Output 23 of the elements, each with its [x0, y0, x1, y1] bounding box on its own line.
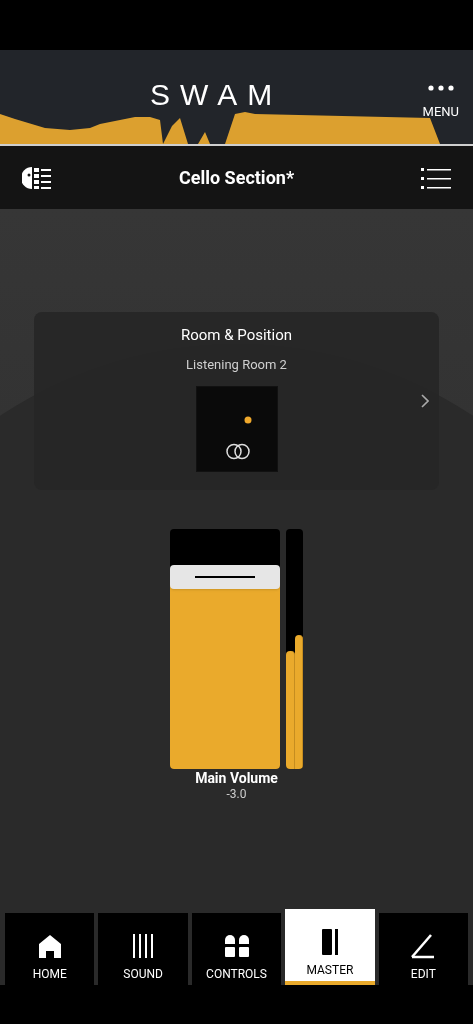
instrument-icon[interactable]: [22, 165, 52, 190]
position-pad[interactable]: [195, 386, 278, 472]
room-name: Listening Room 2: [186, 355, 287, 374]
room-card[interactable]: Room & Position Listening Room 2: [34, 312, 439, 490]
nav-tab[interactable]: MASTER: [285, 909, 375, 985]
nav-tab[interactable]: CONTROLS: [191, 913, 282, 985]
grid-icon: [222, 932, 251, 960]
volume-fader[interactable]: [170, 529, 280, 769]
nav-tab[interactable]: SOUND: [98, 913, 188, 985]
preset-title: Cello Section*: [178, 166, 295, 190]
fader-thumb[interactable]: [170, 565, 280, 589]
nav-tab[interactable]: EDIT: [378, 913, 469, 985]
more-icon: [427, 85, 454, 91]
chevron-right-icon[interactable]: [421, 394, 429, 408]
card-title: Room & Position: [181, 325, 292, 346]
listener-icon: [225, 443, 250, 460]
menu-button[interactable]: MENU: [422, 85, 459, 118]
app-logo: SWAM: [150, 80, 283, 110]
source-dot-icon: [243, 416, 252, 424]
list-icon[interactable]: [421, 166, 451, 189]
nav-tab[interactable]: HOME: [5, 913, 95, 985]
fader-label: Main Volume: [195, 769, 278, 787]
fader-value: -3.0: [226, 787, 247, 801]
